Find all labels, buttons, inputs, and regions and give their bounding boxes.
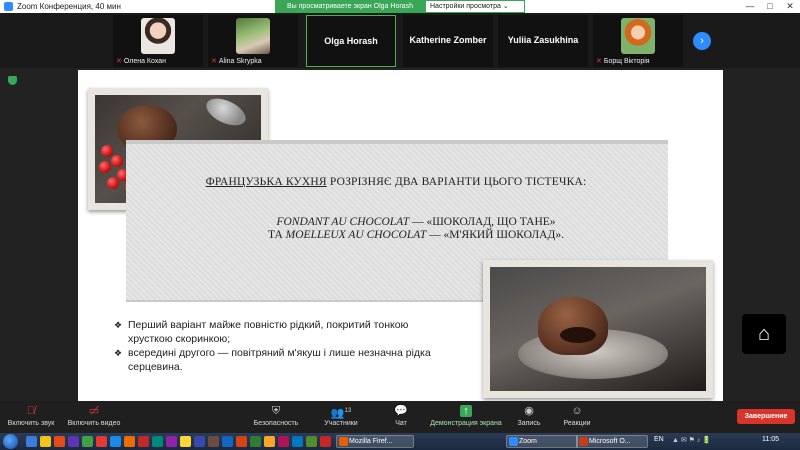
quick-launch-icon[interactable]	[180, 436, 191, 447]
slide-intro: ФРАНЦУЗЬКА КУХНЯ РОЗРІЗНЯЄ ДВА ВАРІАНТИ …	[205, 176, 587, 188]
slide-variants: FONDANT AU CHOCOLAT — «ШОКОЛАД, ЩО ТАНЕ»…	[268, 216, 564, 241]
quick-launch-icon[interactable]	[208, 436, 219, 447]
chat-bubble-icon: 💬	[394, 405, 408, 417]
taskbar-item-firefox[interactable]: Mozilla Firef...	[336, 435, 414, 448]
record-button[interactable]: ◉ Запись	[514, 404, 544, 427]
participant-tile[interactable]: ✕ Борщ Вікторія	[593, 15, 683, 67]
end-meeting-button[interactable]: Завершение	[737, 409, 795, 424]
quick-launch-icon[interactable]	[26, 436, 37, 447]
list-item: ❖ Перший варіант майже повністю рідкий, …	[114, 319, 409, 345]
office-icon	[579, 437, 588, 446]
quick-launch-icon[interactable]	[278, 436, 289, 447]
quick-launch-icon[interactable]	[138, 436, 149, 447]
presentation-slide: ФРАНЦУЗЬКА КУХНЯ РОЗРІЗНЯЄ ДВА ВАРІАНТИ …	[78, 70, 723, 401]
shield-icon: ⛨	[271, 405, 281, 417]
tray-icons[interactable]: ▲ ✉ ⚑ ♪ 🔋	[672, 436, 711, 444]
maximize-button[interactable]: □	[760, 0, 780, 13]
quick-launch-icon[interactable]	[194, 436, 205, 447]
start-button-icon[interactable]	[3, 434, 18, 449]
quick-launch-icon[interactable]	[250, 436, 261, 447]
unmute-button[interactable]: 🎙̸ Включить звук	[4, 404, 58, 427]
shared-screen: ФРАНЦУЗЬКА КУХНЯ РОЗРІЗНЯЄ ДВА ВАРІАНТИ …	[0, 68, 800, 401]
participants-count: 13	[344, 408, 352, 414]
cake-shape	[538, 297, 608, 355]
participant-tile[interactable]: ✕ Alina Skrypka	[208, 15, 298, 67]
start-video-button[interactable]: ▭̸ Включить видео	[64, 404, 124, 427]
quick-launch-icon[interactable]	[124, 436, 135, 447]
quick-launch-icon[interactable]	[166, 436, 177, 447]
taskbar-item-zoom[interactable]: Zoom	[506, 435, 578, 448]
participant-name: Olga Horash	[324, 36, 378, 46]
list-item: ❖ всередині другого — повітряний м'якуш …	[114, 347, 431, 373]
encryption-shield-icon[interactable]	[8, 76, 17, 85]
minimize-button[interactable]: —	[740, 0, 760, 13]
participant-name: Олена Кохан	[123, 58, 166, 65]
participant-name: Yuliia Zasukhina	[507, 35, 579, 45]
participant-strip: ✕ Олена Кохан ✕ Alina Skrypka Olga Horash …	[0, 13, 800, 68]
sharing-banner: Вы просматриваете экран Olga Horash	[275, 0, 425, 13]
window-controls: — □ ✕	[740, 0, 800, 13]
quick-launch-icon[interactable]	[320, 436, 331, 447]
quick-launch-icon[interactable]	[222, 436, 233, 447]
spoon-shape	[202, 95, 250, 131]
participant-name: Katherine Zomber	[409, 35, 487, 45]
participant-tile-active[interactable]: Olga Horash	[306, 15, 396, 67]
people-icon: 👥13	[330, 407, 352, 420]
mic-muted-icon: ✕	[211, 58, 217, 65]
quick-launch-icon[interactable]	[110, 436, 121, 447]
security-button[interactable]: ⛨ Безопасность	[248, 404, 304, 427]
quick-launch-icon[interactable]	[54, 436, 65, 447]
participant-tile[interactable]: Yuliia Zasukhina	[498, 15, 588, 67]
reactions-button[interactable]: ☺ Реакции	[560, 404, 594, 427]
next-participants-button[interactable]: ›	[693, 32, 711, 50]
smiley-icon: ☺	[571, 405, 583, 417]
close-button[interactable]: ✕	[780, 0, 800, 13]
quick-launch-icon[interactable]	[306, 436, 317, 447]
avatar	[236, 18, 270, 54]
participant-name: Alina Skrypka	[218, 58, 262, 65]
quick-launch-icon[interactable]	[68, 436, 79, 447]
meeting-toolbar: 🎙̸ Включить звук ▭̸ Включить видео ⛨ Без…	[0, 401, 800, 433]
chat-button[interactable]: 💬 Чат	[386, 404, 416, 427]
quick-launch-icon[interactable]	[236, 436, 247, 447]
bullet-list: ❖ Перший варіант майже повністю рідкий, …	[114, 318, 444, 374]
quick-launch-icon[interactable]	[264, 436, 275, 447]
video-off-icon: ▭̸	[88, 405, 100, 417]
moelleux-name: MOELLEUX AU CHOCOLAT	[285, 229, 427, 241]
bullet-icon: ❖	[114, 348, 123, 358]
view-options-dropdown[interactable]: Настройки просмотра ⌄	[425, 0, 525, 13]
quick-launch-icon[interactable]	[82, 436, 93, 447]
bullet-icon: ❖	[114, 320, 123, 330]
lava-cake-photo-2	[483, 260, 713, 398]
zoom-icon	[509, 437, 518, 446]
participant-tile[interactable]: Katherine Zomber	[403, 15, 493, 67]
clock[interactable]: 11:05	[762, 436, 779, 443]
participants-button[interactable]: 👥13 Участники	[316, 404, 366, 427]
home-button[interactable]: ⌂	[742, 314, 786, 354]
share-arrow-icon: ↑	[428, 404, 504, 418]
mic-muted-icon: ✕	[116, 58, 122, 65]
firefox-icon	[339, 437, 348, 446]
quick-launch-icon[interactable]	[292, 436, 303, 447]
home-icon: ⌂	[757, 323, 771, 345]
quick-launch-icon[interactable]	[96, 436, 107, 447]
record-icon: ◉	[524, 405, 534, 417]
participant-tile[interactable]: ✕ Олена Кохан	[113, 15, 203, 67]
cuisine-term: ФРАНЦУЗЬКА КУХНЯ	[205, 176, 327, 188]
avatar	[621, 18, 655, 54]
share-screen-button[interactable]: ↑ Демонстрация экрана	[428, 404, 504, 427]
windows-taskbar: Mozilla Firef... Zoom Microsoft O... EN …	[0, 433, 800, 450]
mic-muted-icon: 🎙̸	[26, 405, 36, 417]
quick-launch-icon[interactable]	[40, 436, 51, 447]
zoom-app-icon	[4, 2, 13, 11]
participant-name: Борщ Вікторія	[603, 58, 650, 65]
language-indicator[interactable]: EN	[654, 436, 664, 443]
taskbar-item-office[interactable]: Microsoft O...	[576, 435, 648, 448]
melt-shape	[560, 327, 596, 343]
quick-launch-icon[interactable]	[152, 436, 163, 447]
zoom-window: Zoom Конференция, 40 мин — □ ✕ Вы просма…	[0, 0, 800, 450]
avatar	[141, 18, 175, 54]
fondant-name: FONDANT AU CHOCOLAT	[276, 216, 410, 228]
mic-muted-icon: ✕	[596, 58, 602, 65]
